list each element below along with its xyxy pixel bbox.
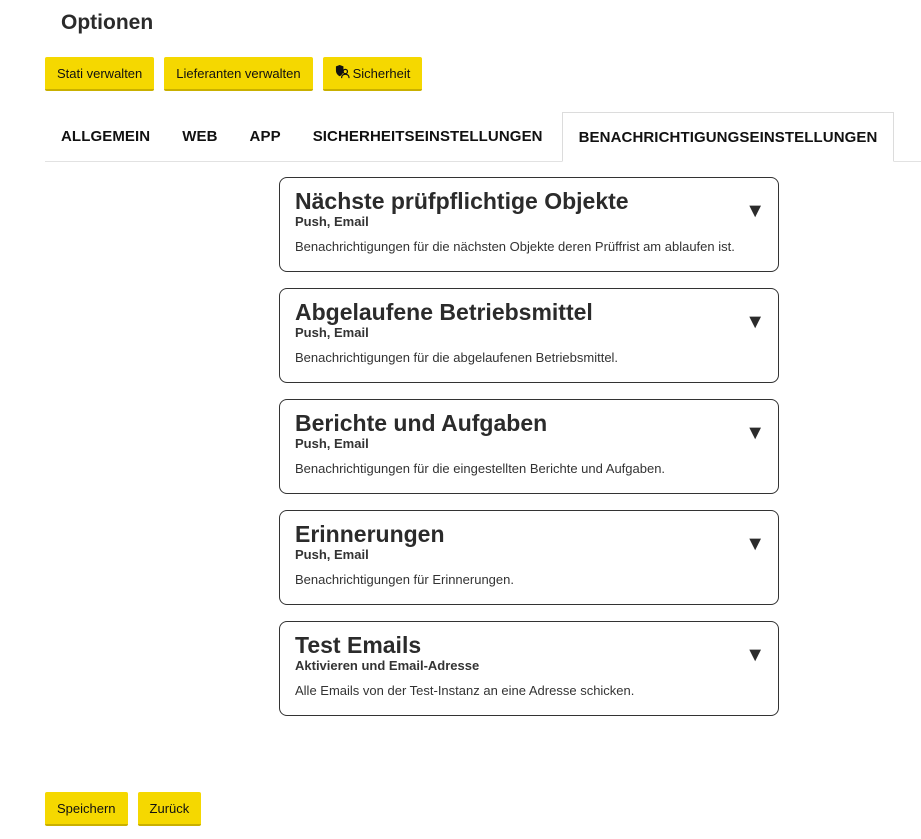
tab-benachrichtigungseinstellungen[interactable]: BENACHRICHTIGUNGSEINSTELLUNGEN: [561, 112, 895, 162]
card-title: Test Emails: [295, 632, 422, 658]
notification-card-abgelaufene-betriebsmittel[interactable]: Abgelaufene Betriebsmittel Push, Email B…: [279, 288, 779, 383]
card-description: Benachrichtigungen für die abgelaufenen …: [295, 350, 619, 365]
notification-card-berichte-aufgaben[interactable]: Berichte und Aufgaben Push, Email Benach…: [279, 399, 779, 494]
triangle-down-icon[interactable]: ▼: [745, 200, 765, 223]
card-title: Berichte und Aufgaben: [295, 410, 548, 436]
card-description: Alle Emails von der Test-Instanz an eine…: [295, 683, 635, 698]
sicherheit-button[interactable]: Sicherheit: [322, 57, 423, 91]
lieferanten-verwalten-button[interactable]: Lieferanten verwalten: [164, 57, 313, 91]
page-title: Optionen: [61, 11, 154, 34]
card-subtitle: Push, Email: [295, 325, 369, 340]
card-subtitle: Aktivieren und Email-Adresse: [295, 658, 480, 673]
tab-app[interactable]: APP: [234, 112, 297, 161]
card-subtitle: Push, Email: [295, 214, 369, 229]
notification-card-test-emails[interactable]: Test Emails Aktivieren und Email-Adresse…: [279, 621, 779, 716]
triangle-down-icon[interactable]: ▼: [745, 533, 765, 556]
tab-sicherheitseinstellungen[interactable]: SICHERHEITSEINSTELLUNGEN: [297, 112, 559, 161]
back-button[interactable]: Zurück: [137, 792, 202, 826]
top-action-bar: Stati verwalten Lieferanten verwalten Si…: [45, 57, 423, 91]
shield-person-icon: [335, 64, 350, 82]
card-description: Benachrichtigungen für die nächsten Obje…: [295, 239, 735, 254]
triangle-down-icon[interactable]: ▼: [745, 311, 765, 334]
tab-web[interactable]: WEB: [166, 112, 233, 161]
triangle-down-icon[interactable]: ▼: [745, 422, 765, 445]
card-subtitle: Push, Email: [295, 547, 369, 562]
tab-allgemein[interactable]: ALLGEMEIN: [45, 112, 166, 161]
lieferanten-verwalten-label: Lieferanten verwalten: [176, 65, 301, 81]
card-description: Benachrichtigungen für die eingestellten…: [295, 461, 666, 476]
notification-settings-list: Nächste prüfpflichtige Objekte Push, Ema…: [279, 177, 779, 732]
triangle-down-icon[interactable]: ▼: [745, 644, 765, 667]
bottom-action-bar: Speichern Zurück: [45, 792, 202, 826]
card-title: Nächste prüfpflichtige Objekte: [295, 188, 629, 214]
sicherheit-label: Sicherheit: [352, 65, 411, 81]
settings-tabs: ALLGEMEIN WEB APP SICHERHEITSEINSTELLUNG…: [45, 112, 921, 162]
card-title: Abgelaufene Betriebsmittel: [295, 299, 593, 325]
card-description: Benachrichtigungen für Erinnerungen.: [295, 572, 514, 587]
notification-card-erinnerungen[interactable]: Erinnerungen Push, Email Benachrichtigun…: [279, 510, 779, 605]
stati-verwalten-button[interactable]: Stati verwalten: [45, 57, 155, 91]
notification-card-pruefpflichtige-objekte[interactable]: Nächste prüfpflichtige Objekte Push, Ema…: [279, 177, 779, 272]
card-title: Erinnerungen: [295, 521, 445, 547]
save-button[interactable]: Speichern: [45, 792, 128, 826]
stati-verwalten-label: Stati verwalten: [57, 65, 143, 81]
card-subtitle: Push, Email: [295, 436, 369, 451]
